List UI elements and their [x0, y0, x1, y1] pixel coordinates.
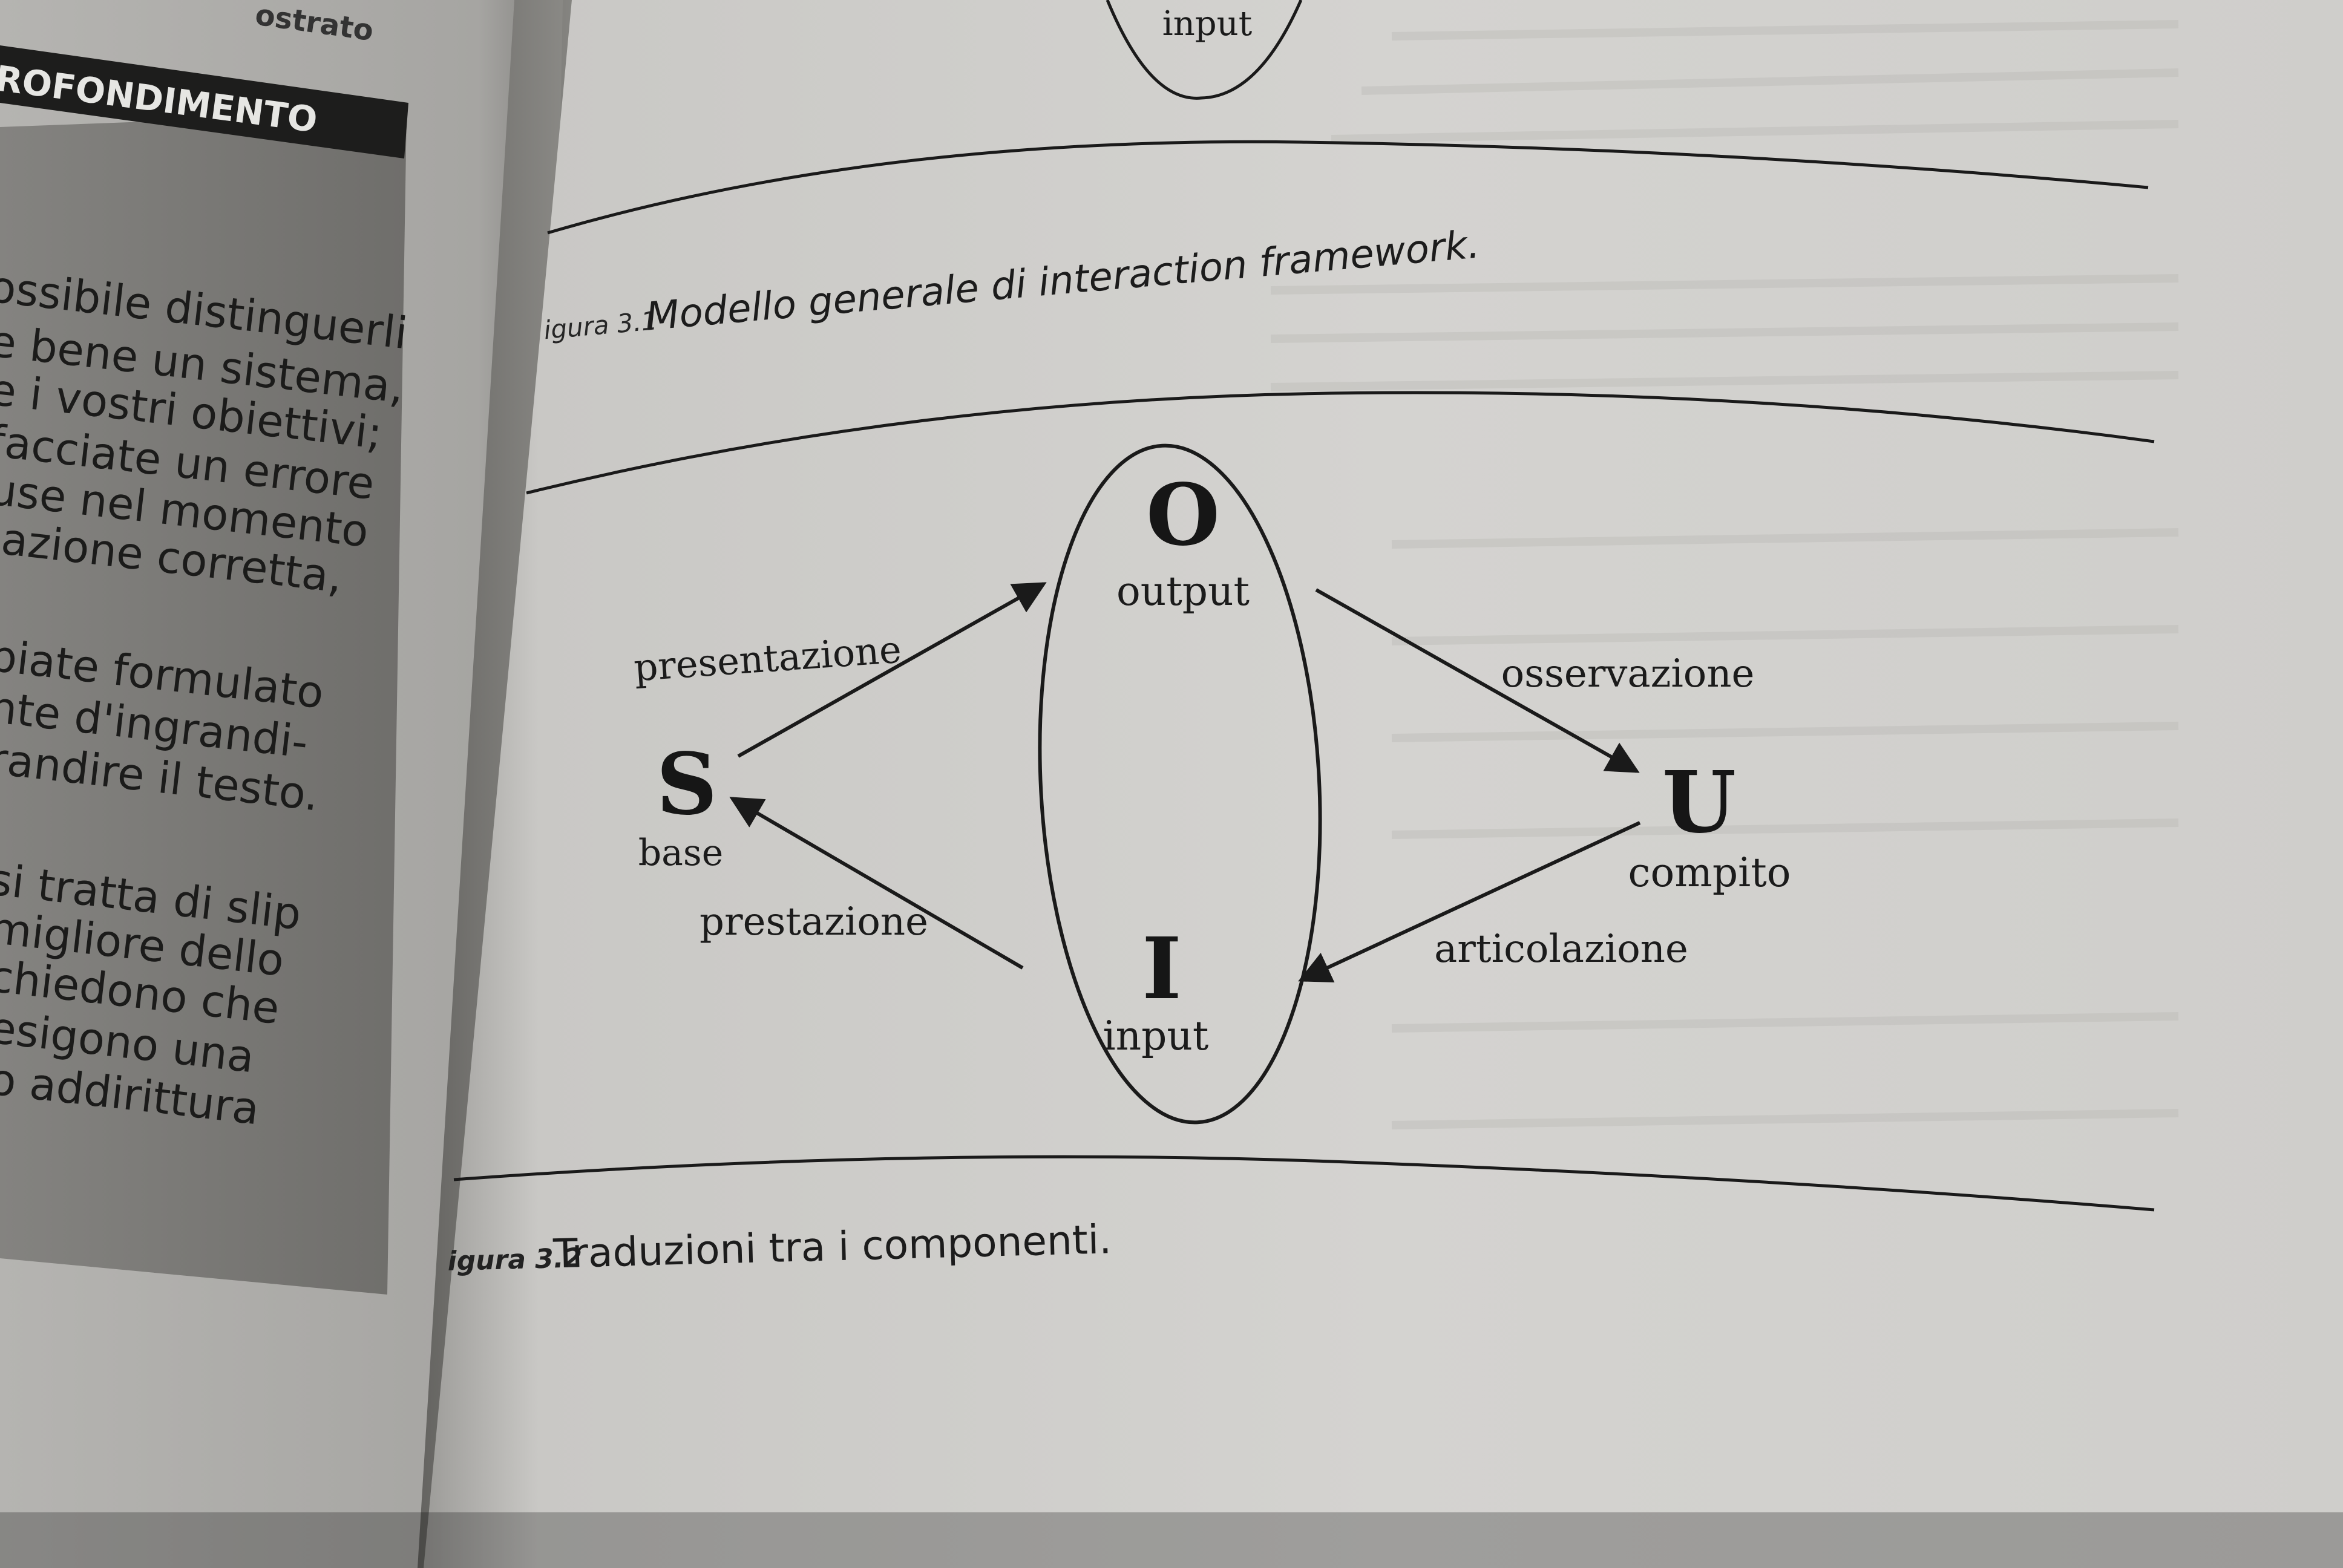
node-i-label: input — [1103, 1013, 1209, 1059]
node-s-label: base — [638, 832, 723, 874]
edge-label-prestazione: prestazione — [700, 900, 928, 944]
edge-label-osservazione: osservazione — [1501, 652, 1755, 696]
bottom-shadow — [0, 1512, 2343, 1568]
node-u-label: compito — [1628, 849, 1791, 896]
node-o-label: output — [1116, 568, 1250, 615]
edge-label-articolazione: articolazione — [1434, 927, 1688, 972]
node-s-letter: S — [656, 735, 717, 834]
right-page: input igura 3.1 Modello generale di inte… — [424, 0, 2343, 1568]
node-u-letter: U — [1662, 753, 1736, 852]
node-o-letter: O — [1146, 466, 1220, 565]
node-i-letter: I — [1142, 920, 1182, 1019]
top-node-label: input — [1162, 4, 1253, 44]
book-photo: ROFONDIMENTO ostrato ossibile distinguer… — [0, 0, 2343, 1568]
